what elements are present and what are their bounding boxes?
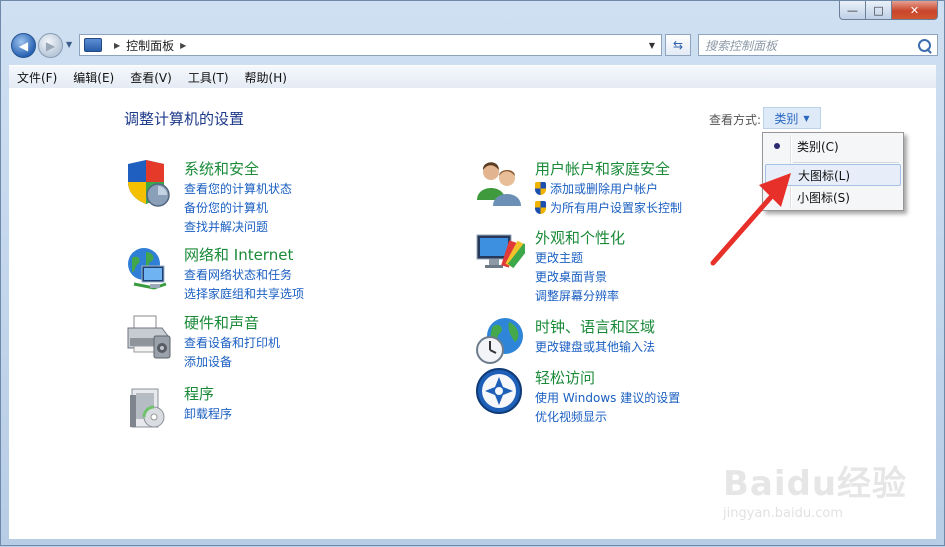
control-panel-window: — □ ✕ ◀ ▶ ▼ ▶ 控制面板 ▶ ▼ ⇆ 搜索控制面板 文件(F) 编辑… xyxy=(0,0,945,546)
baidu-watermark: Baidu经验 jingyan.baidu.com xyxy=(723,448,923,528)
watermark-logo: Baidu经验 xyxy=(723,464,908,504)
watermark-url: jingyan.baidu.com xyxy=(723,506,843,521)
